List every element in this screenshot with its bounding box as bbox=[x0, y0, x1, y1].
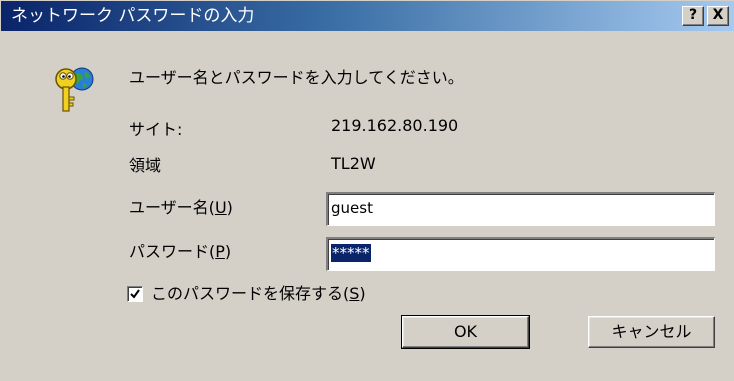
ok-button[interactable]: OK bbox=[401, 315, 530, 349]
save-password-label[interactable]: このパスワードを保存する(S) bbox=[151, 284, 366, 304]
username-label: ユーザー名(U) bbox=[129, 198, 233, 217]
title-bar[interactable]: ネットワーク パスワードの入力 ? X bbox=[1, 1, 734, 31]
site-value: 219.162.80.190 bbox=[331, 116, 459, 135]
network-password-dialog: ネットワーク パスワードの入力 ? X ユーザー名とパスワードを入力してください… bbox=[0, 0, 734, 381]
site-label: サイト: bbox=[129, 120, 183, 139]
username-input[interactable]: guest bbox=[326, 192, 715, 226]
realm-value: TL2W bbox=[331, 154, 376, 173]
window-title: ネットワーク パスワードの入力 bbox=[11, 6, 255, 26]
dialog-prompt: ユーザー名とパスワードを入力してください。 bbox=[129, 68, 464, 87]
help-button[interactable]: ? bbox=[682, 6, 704, 26]
cancel-button[interactable]: キャンセル bbox=[588, 316, 715, 348]
password-value: ***** bbox=[331, 244, 371, 262]
save-password-checkbox[interactable] bbox=[127, 286, 143, 302]
realm-label: 領域 bbox=[129, 156, 162, 175]
close-button[interactable]: X bbox=[707, 6, 729, 26]
key-globe-icon bbox=[55, 67, 94, 112]
checkmark-icon bbox=[130, 289, 140, 299]
password-input[interactable]: ***** bbox=[326, 237, 715, 271]
password-label: パスワード(P) bbox=[129, 242, 232, 261]
